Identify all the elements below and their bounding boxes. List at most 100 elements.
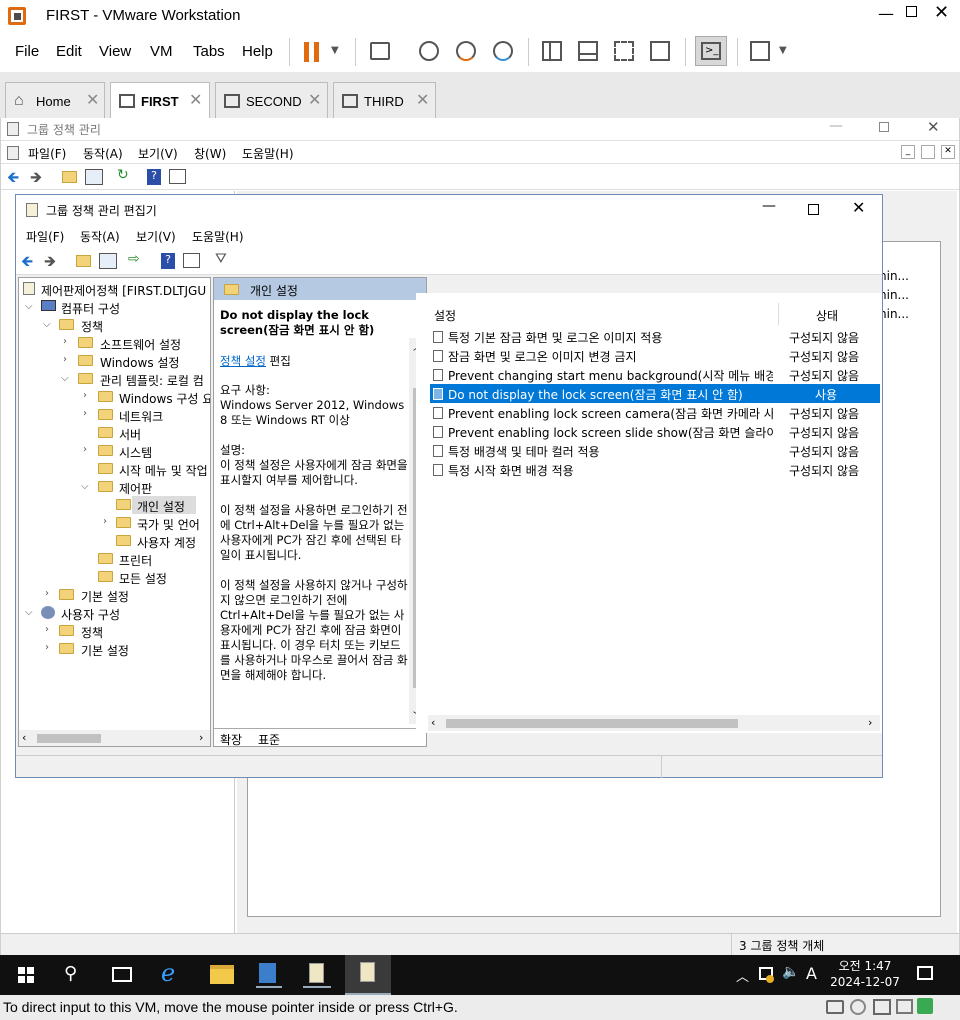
restore-button[interactable] [879,122,889,132]
menu-file[interactable]: File [15,43,39,60]
back-arrow-icon[interactable]: 🡸 [7,167,19,192]
tab-second[interactable]: SECOND ✕ [215,82,328,118]
list-item[interactable]: 잠금 화면 및 로그온 이미지 변경 금지 구성되지 않음 [430,346,880,365]
search-icon[interactable]: ⚲ [64,963,77,984]
menu-help[interactable]: Help [242,43,273,60]
volume-muted-icon[interactable]: 🔈 [782,964,799,980]
gpmc-menu-view[interactable]: 보기(V) [138,145,178,162]
tree-root[interactable]: 제어판제어정책 [FIRST.DLTJGU [41,282,209,299]
tree-server[interactable]: 서버 [119,426,141,443]
maximize-button[interactable] [906,6,917,17]
tree-user-policy[interactable]: 정책 [81,624,103,641]
tab-third[interactable]: THIRD ✕ [333,82,436,118]
list-item-selected[interactable]: Do not display the lock screen(잠금 화면 표시 … [430,384,880,403]
restore-button[interactable] [921,145,935,159]
minimize-button[interactable]: — [829,118,843,134]
tree-network[interactable]: 네트워크 [119,408,163,425]
editor-menu-file[interactable]: 파일(F) [26,228,64,245]
gpmc-menu-window[interactable]: 창(W) [194,145,226,162]
internet-explorer-icon[interactable]: e [161,959,175,987]
up-folder-icon[interactable] [62,171,77,183]
network-adapter-icon[interactable] [873,999,891,1015]
tab-standard[interactable]: 표준 [258,731,280,748]
close-button[interactable]: ✕ [941,145,955,159]
tree-personalization[interactable]: 개인 설정 [137,498,185,515]
forward-arrow-icon[interactable]: 🡺 [44,251,56,276]
snapshot-manager-icon[interactable] [493,41,513,61]
tab-home[interactable]: ⌂ Home ✕ [5,82,105,118]
tree-policy[interactable]: 정책 [81,318,103,335]
chevron-up-icon[interactable]: ︿ [736,966,749,985]
help-icon[interactable]: ? [161,253,175,269]
gpo-link-item[interactable]: nin... [879,288,909,302]
back-arrow-icon[interactable]: 🡸 [21,251,33,276]
tree-computer-config[interactable]: 컴퓨터 구성 [61,300,120,317]
editor-menu-action[interactable]: 동작(A) [80,228,120,245]
close-tab-icon[interactable]: ✕ [416,90,429,110]
list-item[interactable]: 특정 기본 잠금 화면 및 로그온 이미지 적용 구성되지 않음 [430,327,880,346]
close-button[interactable]: ✕ [927,118,940,136]
list-item[interactable]: 특정 시작 화면 배경 적용 구성되지 않음 [430,460,880,479]
maximize-button[interactable] [808,204,819,215]
column-header-state[interactable]: 상태 [816,307,838,324]
menu-edit[interactable]: Edit [56,43,82,60]
policy-settings-link[interactable]: 정책 설정 [220,354,266,368]
minimize-button[interactable]: — [878,4,894,23]
tree-preferences[interactable]: 기본 설정 [81,588,129,605]
close-tab-icon[interactable]: ✕ [189,90,202,110]
task-view-icon[interactable] [112,967,132,982]
help-icon[interactable]: ? [147,169,161,185]
pause-icon[interactable] [304,42,320,62]
forward-arrow-icon[interactable]: 🡺 [30,167,42,192]
minimize-button[interactable]: _ [901,145,915,159]
close-tab-icon[interactable]: ✕ [86,90,99,110]
list-item[interactable]: Prevent enabling lock screen camera(잠금 화… [430,403,880,422]
clock-time[interactable]: 오전 1:47 [836,957,894,974]
tree-all-settings[interactable]: 모든 설정 [119,570,167,587]
menu-view[interactable]: View [99,43,131,60]
chevron-down-icon[interactable]: ▼ [331,45,339,56]
tree-user-config[interactable]: 사용자 구성 [61,606,120,623]
gpmc-menu-action[interactable]: 동작(A) [83,145,123,162]
list-item[interactable]: Prevent changing start menu background(시… [430,365,880,384]
hard-disk-icon[interactable] [826,1000,844,1014]
server-manager-icon[interactable] [256,961,282,988]
list-horizontal-scrollbar[interactable]: ‹ › [428,715,880,731]
fullscreen-icon[interactable] [614,41,634,61]
column-header-setting[interactable]: 설정 [434,307,456,324]
show-hide-tree-icon[interactable] [99,253,117,269]
file-explorer-icon[interactable] [210,965,234,984]
minimize-button[interactable]: — [762,198,776,214]
tree-region-language[interactable]: 국가 및 언어 [137,516,200,533]
message-log-icon[interactable] [917,998,933,1014]
thumbnail-icon[interactable] [578,41,598,61]
tree-user-accounts[interactable]: 사용자 계정 [137,534,196,551]
list-item[interactable]: Prevent enabling lock screen slide show(… [430,422,880,441]
cd-drive-icon[interactable] [850,999,866,1015]
tree-user-preferences[interactable]: 기본 설정 [81,642,129,659]
tree-windows-settings[interactable]: Windows 설정 [100,354,179,371]
close-tab-icon[interactable]: ✕ [308,90,321,110]
gpo-link-item[interactable]: nin... [879,307,909,321]
filter-icon[interactable]: ⛛ [215,251,227,267]
up-folder-icon[interactable] [76,255,91,267]
tab-extended[interactable]: 확장 [220,731,242,748]
network-icon[interactable] [759,967,774,983]
tree-start-menu[interactable]: 시작 메뉴 및 작업 [119,462,210,479]
stretch-icon[interactable] [750,41,770,61]
close-button[interactable]: ✕ [852,198,865,217]
properties-icon[interactable] [169,169,186,184]
menu-tabs[interactable]: Tabs [193,43,225,60]
editor-menu-view[interactable]: 보기(V) [136,228,176,245]
unity-icon[interactable] [650,41,670,61]
tree-admin-templates[interactable]: 관리 템플릿: 로컬 컴 [100,372,210,389]
tree-horizontal-scrollbar[interactable]: ‹ › [19,730,210,746]
gpmc-taskbar-icon[interactable] [303,961,331,988]
show-hide-tree-icon[interactable] [85,169,103,185]
library-icon[interactable] [542,41,562,61]
revert-snapshot-icon[interactable] [456,41,476,61]
snapshot-icon[interactable] [419,41,439,61]
ime-indicator[interactable]: A [806,964,817,983]
tree-system[interactable]: 시스템 [119,444,152,461]
export-list-icon[interactable]: ⇨ [128,251,140,267]
